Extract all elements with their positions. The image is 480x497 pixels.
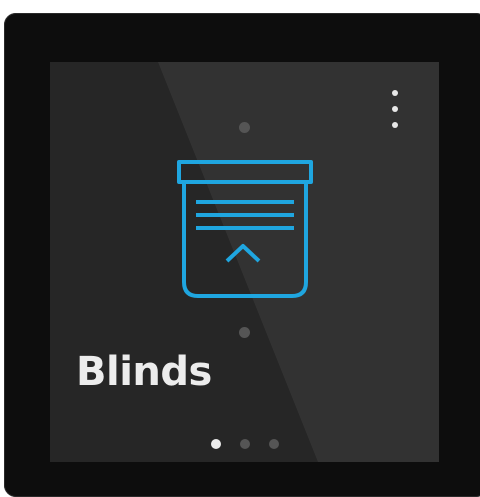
page-dot-3[interactable] [269, 439, 279, 449]
menu-button[interactable] [388, 90, 402, 128]
page-dot-1[interactable] [211, 439, 221, 449]
page-title: Blinds [76, 349, 212, 395]
vertical-ellipsis-icon [392, 90, 398, 96]
blinds-up-icon [177, 160, 313, 298]
vertical-ellipsis-icon-dot [392, 106, 398, 112]
page-dot-2[interactable] [240, 439, 250, 449]
scroll-down-indicator [239, 327, 250, 338]
page-indicator [206, 437, 286, 451]
blinds-control-button[interactable] [170, 150, 320, 310]
vertical-ellipsis-icon-dot [392, 122, 398, 128]
scroll-up-indicator [239, 122, 250, 133]
